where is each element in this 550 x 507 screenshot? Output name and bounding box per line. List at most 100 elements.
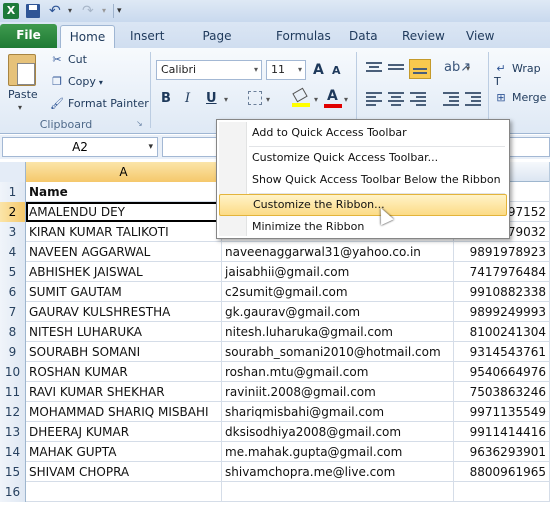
row-header[interactable]: 2 [0, 202, 26, 222]
redo-dropdown-icon[interactable]: ▾ [102, 3, 112, 19]
tab-data[interactable]: Data [349, 25, 378, 48]
cell-name[interactable]: NITESH LUHARUKA [26, 322, 222, 342]
menu-item-customize-ribbon[interactable]: Customize the Ribbon... [219, 194, 507, 216]
wrap-text-button[interactable]: ↵ Wrap T [494, 62, 550, 88]
row-header[interactable]: 6 [0, 282, 26, 302]
row-header[interactable]: 10 [0, 362, 26, 382]
row-header[interactable]: 1 [0, 182, 26, 202]
italic-button[interactable]: I [185, 91, 190, 106]
row-header[interactable]: 8 [0, 322, 26, 342]
tab-formulas[interactable]: Formulas [276, 25, 331, 48]
copy-dropdown-icon[interactable]: ▾ [99, 78, 103, 87]
cell-name[interactable]: ROSHAN KUMAR [26, 362, 222, 382]
row-header[interactable]: 14 [0, 442, 26, 462]
align-center-icon[interactable] [388, 92, 404, 106]
tab-insert[interactable]: Insert [130, 25, 164, 48]
cell-phone[interactable]: 7417976484 [454, 262, 550, 282]
font-size-select[interactable]: 11 ▾ [266, 60, 306, 80]
row-header[interactable]: 16 [0, 482, 26, 502]
menu-item-minimize-ribbon[interactable]: Minimize the Ribbon [219, 216, 507, 238]
paste-dropdown-icon[interactable]: ▾ [18, 103, 22, 112]
row-header[interactable]: 5 [0, 262, 26, 282]
fill-color-icon[interactable] [292, 87, 310, 107]
cell-email[interactable]: dksisodhiya2008@gmail.com [222, 422, 454, 442]
decrease-indent-icon[interactable] [443, 92, 459, 106]
redo-icon[interactable]: ↷ [82, 3, 98, 19]
cell-name[interactable]: SHIVAM CHOPRA [26, 462, 222, 482]
cell-email[interactable]: sourabh_somani2010@hotmail.com [222, 342, 454, 362]
menu-item-add-to-qat[interactable]: Add to Quick Access Toolbar [219, 122, 507, 144]
merge-center-button[interactable]: ⊞ Merge [494, 91, 546, 104]
align-top-icon[interactable] [366, 62, 382, 76]
cell-email[interactable]: c2sumit@gmail.com [222, 282, 454, 302]
row-header[interactable]: 13 [0, 422, 26, 442]
cell-phone[interactable]: 7503863246 [454, 382, 550, 402]
cell-name[interactable]: MAHAK GUPTA [26, 442, 222, 462]
font-color-dropdown-icon[interactable]: ▾ [344, 95, 348, 104]
cell-phone[interactable]: 9891978923 [454, 242, 550, 262]
paste-icon[interactable] [8, 54, 36, 86]
cell-email[interactable]: me.mahak.gupta@gmail.com [222, 442, 454, 462]
align-bottom-icon[interactable] [409, 59, 431, 79]
cell-phone[interactable]: 9910882338 [454, 282, 550, 302]
cell-email[interactable]: naveenaggarwal31@yahoo.co.in [222, 242, 454, 262]
cell-email[interactable] [222, 482, 454, 502]
cell-name[interactable]: AMALENDU DEY [26, 202, 222, 222]
undo-dropdown-icon[interactable]: ▾ [68, 3, 78, 19]
cell-phone[interactable]: 9314543761 [454, 342, 550, 362]
row-header[interactable]: 4 [0, 242, 26, 262]
menu-item-show-qat-below[interactable]: Show Quick Access Toolbar Below the Ribb… [219, 169, 507, 191]
cell-phone[interactable]: 9971135549 [454, 402, 550, 422]
cell-name[interactable]: ABHISHEK JAISWAL [26, 262, 222, 282]
row-header[interactable]: 3 [0, 222, 26, 242]
bold-button[interactable]: B [161, 91, 171, 106]
save-icon[interactable] [26, 4, 40, 18]
row-header[interactable]: 12 [0, 402, 26, 422]
cell-email[interactable]: raviniit.2008@gmail.com [222, 382, 454, 402]
cell-email[interactable]: shivamchopra.me@live.com [222, 462, 454, 482]
excel-app-icon[interactable]: X [3, 3, 19, 19]
tab-file[interactable]: File [0, 24, 57, 48]
row-header[interactable]: 7 [0, 302, 26, 322]
underline-button[interactable]: U [206, 91, 217, 106]
customize-qat-dropdown-icon[interactable]: ▾ [117, 3, 127, 19]
borders-icon[interactable] [248, 91, 262, 105]
cell-phone[interactable]: 9899249993 [454, 302, 550, 322]
cell-name[interactable]: MOHAMMAD SHARIQ MISBAHI [26, 402, 222, 422]
cell-name[interactable]: GAURAV KULSHRESTHA [26, 302, 222, 322]
cell-name[interactable]: RAVI KUMAR SHEKHAR [26, 382, 222, 402]
cut-button[interactable]: ✂ Cut [50, 53, 87, 66]
tab-home[interactable]: Home [60, 25, 115, 48]
align-left-icon[interactable] [366, 92, 382, 106]
cell-name[interactable]: KIRAN KUMAR TALIKOTI [26, 222, 222, 242]
tab-view[interactable]: View [466, 25, 494, 48]
align-middle-icon[interactable] [388, 62, 404, 76]
cell-phone[interactable]: 8100241304 [454, 322, 550, 342]
cell-phone[interactable]: 9911414416 [454, 422, 550, 442]
column-header-a[interactable]: A [26, 162, 222, 182]
orientation-dropdown-icon[interactable]: ▾ [466, 64, 470, 73]
paste-button[interactable]: Paste [8, 88, 38, 101]
row-header[interactable]: 15 [0, 462, 26, 482]
cell-email[interactable]: jaisabhii@gmail.com [222, 262, 454, 282]
menu-item-customize-qat[interactable]: Customize Quick Access Toolbar... [219, 147, 507, 169]
tab-review[interactable]: Review [402, 25, 445, 48]
cell-name[interactable]: DHEERAJ KUMAR [26, 422, 222, 442]
cell-name[interactable]: SUMIT GAUTAM [26, 282, 222, 302]
grow-font-icon[interactable]: A [313, 62, 324, 78]
tab-page-layout[interactable]: Page Layout [186, 25, 248, 65]
increase-indent-icon[interactable] [465, 92, 481, 106]
underline-dropdown-icon[interactable]: ▾ [224, 95, 228, 104]
cell-name[interactable]: SOURABH SOMANI [26, 342, 222, 362]
undo-icon[interactable]: ↶ [49, 3, 65, 19]
select-all-corner[interactable] [0, 162, 26, 182]
format-painter-button[interactable]: 🖌 Format Painter [50, 97, 149, 110]
cell-phone[interactable]: 9540664976 [454, 362, 550, 382]
clipboard-launcher-icon[interactable]: ↘ [136, 119, 143, 128]
row-header[interactable]: 11 [0, 382, 26, 402]
cell-email[interactable]: nitesh.luharuka@gmail.com [222, 322, 454, 342]
cell-name[interactable]: NAVEEN AGGARWAL [26, 242, 222, 262]
cell-name[interactable]: Name [26, 182, 222, 202]
cell-phone[interactable]: 8800961965 [454, 462, 550, 482]
font-name-select[interactable]: Calibri ▾ [156, 60, 262, 80]
